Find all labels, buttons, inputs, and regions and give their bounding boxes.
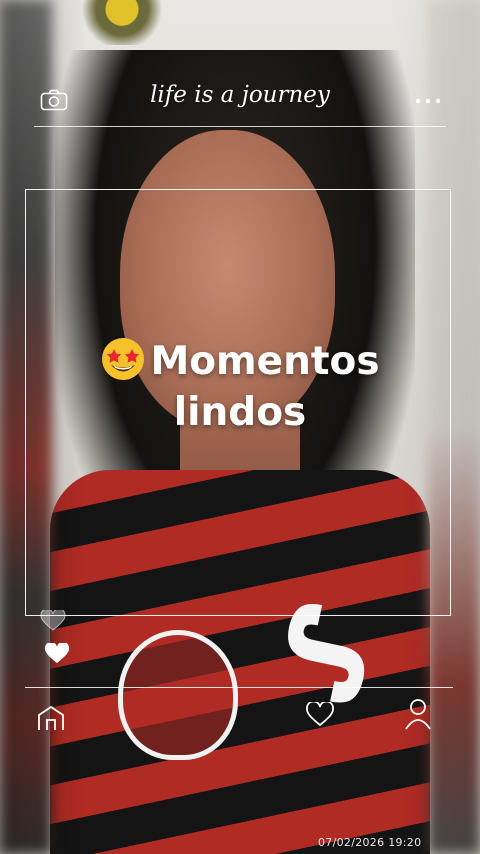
heart-filled-icon[interactable] [44,643,70,665]
star-struck-emoji-icon [102,338,145,380]
header-divider [34,126,446,127]
home-icon[interactable] [36,704,66,732]
heart-outline-icon[interactable] [40,610,66,632]
caption-text: Momentos lindos [60,336,420,438]
photo-timestamp: 07/02/2026 19:20 [318,836,422,849]
heart-outline-icon[interactable] [305,702,335,728]
camera-icon[interactable] [40,89,68,111]
profile-icon[interactable] [404,697,432,731]
more-horizontal-icon[interactable] [414,96,442,106]
bottom-divider [25,687,453,688]
header-tagline: life is a journey [150,82,330,108]
caption-line-2: lindos [173,390,307,435]
caption-line-1: Momentos [150,339,380,384]
